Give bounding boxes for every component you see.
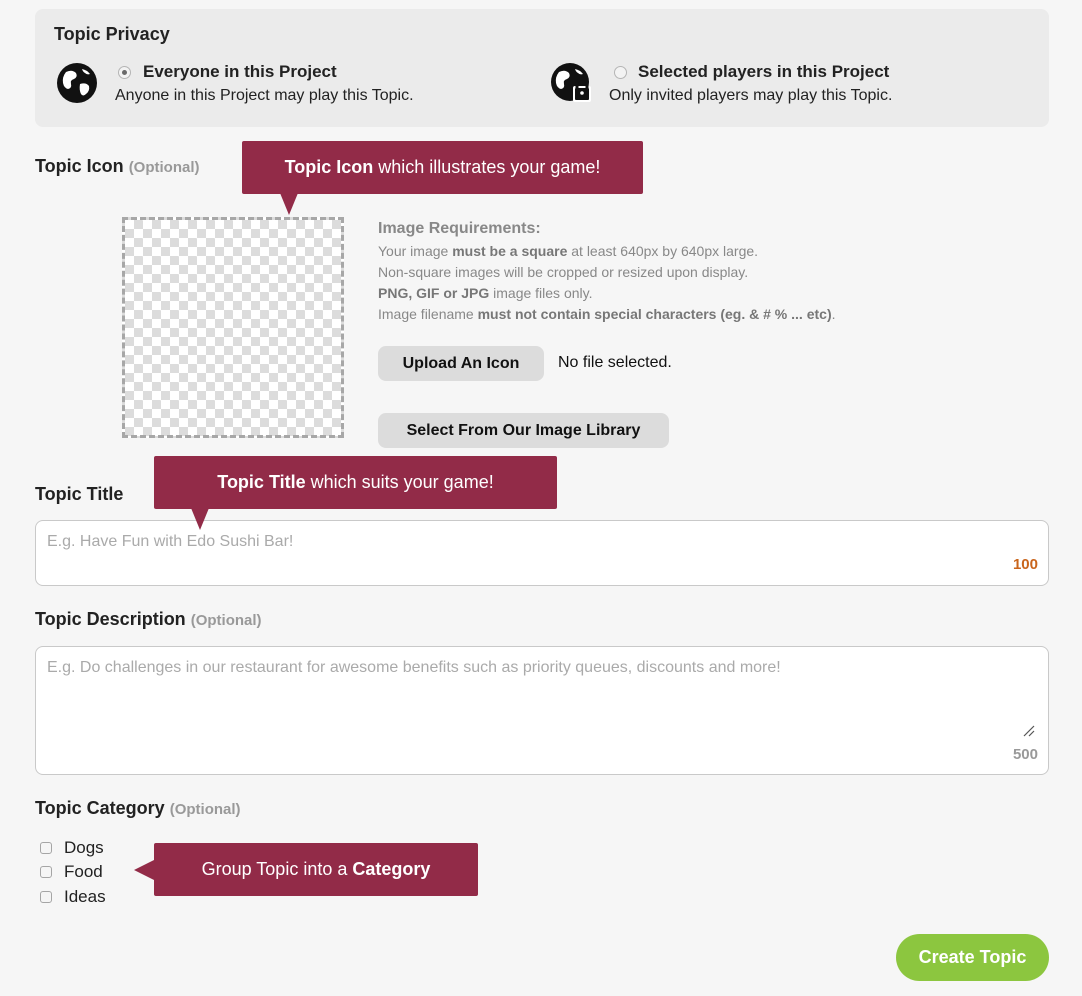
topic-icon-label: Topic Icon (Optional) — [35, 156, 200, 176]
selected-players-radio[interactable] — [614, 66, 627, 79]
requirement-square: Your image must be a square at least 640… — [378, 243, 759, 259]
topic-title-tooltip: Topic Title which suits your game! — [154, 456, 557, 509]
everyone-radio[interactable] — [118, 66, 131, 79]
icon-preview-placeholder[interactable] — [122, 217, 344, 438]
category-checkbox-ideas[interactable] — [40, 891, 52, 903]
category-label-dogs[interactable]: Dogs — [64, 838, 104, 858]
category-label-food[interactable]: Food — [64, 862, 103, 882]
tooltip-arrow — [191, 508, 209, 530]
optional-tag: (Optional) — [190, 612, 262, 629]
topic-title-input[interactable] — [35, 520, 1049, 586]
title-char-counter: 100 — [1012, 556, 1038, 573]
requirement-crop: Non-square images will be cropped or res… — [378, 264, 749, 280]
requirement-filename: Image filename must not contain special … — [378, 306, 836, 322]
optional-tag: (Optional) — [169, 801, 241, 818]
tooltip-arrow — [134, 860, 154, 880]
everyone-option-desc: Anyone in this Project may play this Top… — [115, 87, 414, 104]
globe-lock-icon — [550, 62, 592, 104]
upload-icon-button[interactable]: Upload An Icon — [378, 346, 544, 381]
image-library-button[interactable]: Select From Our Image Library — [378, 413, 669, 448]
globe-icon — [56, 62, 98, 104]
selected-players-option-title[interactable]: Selected players in this Project — [638, 62, 889, 82]
optional-tag: (Optional) — [128, 159, 200, 176]
selected-players-option-desc: Only invited players may play this Topic… — [609, 87, 893, 104]
topic-description-placeholder: E.g. Do challenges in our restaurant for… — [47, 659, 781, 676]
requirement-filetype: PNG, GIF or JPG image files only. — [378, 285, 593, 301]
resize-handle-icon[interactable] — [1023, 724, 1035, 737]
description-char-counter: 500 — [1012, 746, 1038, 763]
topic-category-label: Topic Category (Optional) — [35, 798, 241, 818]
category-checkbox-food[interactable] — [40, 866, 52, 878]
create-topic-button[interactable]: Create Topic — [896, 934, 1049, 981]
file-status: No file selected. — [558, 354, 672, 371]
category-checkbox-dogs[interactable] — [40, 842, 52, 854]
topic-description-label: Topic Description (Optional) — [35, 609, 262, 629]
topic-title-placeholder: E.g. Have Fun with Edo Sushi Bar! — [47, 533, 294, 550]
category-label-ideas[interactable]: Ideas — [64, 887, 106, 907]
topic-category-tooltip: Group Topic into a Category — [154, 843, 478, 896]
tooltip-arrow — [280, 193, 298, 215]
everyone-option-title[interactable]: Everyone in this Project — [143, 62, 337, 82]
requirements-title: Image Requirements: — [378, 220, 541, 237]
privacy-title: Topic Privacy — [54, 24, 170, 44]
topic-icon-tooltip: Topic Icon which illustrates your game! — [242, 141, 643, 194]
topic-title-label: Topic Title — [35, 484, 124, 504]
